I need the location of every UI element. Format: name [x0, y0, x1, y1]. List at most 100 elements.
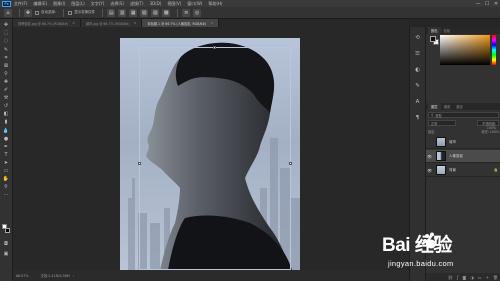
path-select-tool-icon[interactable]: ➤	[2, 160, 10, 167]
hand-tool-icon[interactable]: ✋	[2, 176, 10, 183]
paragraph-panel-icon[interactable]: ¶	[414, 114, 422, 122]
align-left-icon[interactable]: ▤	[107, 8, 116, 17]
frame-tool-icon[interactable]: ⊠	[2, 62, 10, 69]
distribute-icon[interactable]: ≡	[182, 8, 191, 17]
blur-tool-icon[interactable]: 💧	[2, 127, 10, 134]
healing-brush-tool-icon[interactable]: ✚	[2, 79, 10, 86]
tab-label: 未标题-1 @ 66.7% (人像剪影, RGB/8#)	[147, 21, 207, 26]
layer-filter[interactable]: ⚲ 类型	[428, 112, 499, 118]
layer-thumbnail	[436, 137, 446, 147]
auto-select-checkbox[interactable]	[35, 10, 39, 15]
chevron-right-icon[interactable]: ›	[73, 274, 74, 278]
maximize-button[interactable]: ☐	[483, 0, 491, 7]
eyedropper-tool-icon[interactable]: ⚲	[2, 71, 10, 78]
transform-handle-top[interactable]	[213, 46, 216, 49]
more-tools-icon[interactable]: ⋯	[2, 192, 10, 199]
zoom-level[interactable]: 66.67%	[16, 274, 29, 278]
align-center-icon[interactable]: ▥	[118, 8, 127, 17]
quick-mask-icon[interactable]: ◘	[2, 241, 10, 248]
crop-tool-icon[interactable]: ⌗	[2, 54, 10, 61]
tab-document-3[interactable]: 未标题-1 @ 66.7% (人像剪影, RGB/8#) ×	[142, 19, 220, 27]
align-bottom-icon[interactable]: ▩	[162, 8, 171, 17]
foreground-color-chip[interactable]	[430, 36, 436, 42]
tab-document-1[interactable]: 帅哥剪影.jpg @ 66.7% (RGB/8#) ×	[13, 19, 81, 27]
clone-stamp-tool-icon[interactable]: ⚒	[2, 95, 10, 102]
menu-image[interactable]: 图像(I)	[53, 1, 65, 7]
quick-select-tool-icon[interactable]: ✎	[2, 46, 10, 53]
properties-panel-icon[interactable]: ☰	[414, 50, 422, 58]
canvas-area[interactable]	[13, 27, 409, 270]
layer-row-silhouette[interactable]: 👁 人像剪影	[426, 150, 500, 163]
menu-window[interactable]: 窗口(W)	[187, 1, 202, 7]
hue-slider[interactable]	[492, 35, 496, 65]
eye-icon[interactable]: 👁	[426, 168, 433, 173]
layer-thumbnail	[436, 151, 446, 161]
baidu-jingyan-watermark: Bai 经验 jingyan.baidu.com	[382, 230, 500, 281]
character-panel-icon[interactable]: A	[414, 98, 422, 106]
eraser-tool-icon[interactable]: ◧	[2, 111, 10, 118]
color-panel-tabs: 颜色 色板	[426, 27, 500, 34]
tab-label: 城市.jpg @ 66.7% (RGB/8#)	[85, 21, 130, 26]
close-window-button[interactable]: ✕	[492, 0, 500, 7]
blend-mode-select[interactable]: 正常	[428, 120, 456, 126]
close-icon[interactable]: ×	[72, 21, 75, 25]
tab-label: 帅哥剪影.jpg @ 66.7% (RGB/8#)	[18, 21, 69, 26]
lock-label: 锁定:	[428, 129, 436, 134]
menu-type[interactable]: 文字(Y)	[91, 1, 105, 7]
transform-handle-right[interactable]	[289, 162, 292, 165]
move-tool-preset-icon[interactable]: ✥	[24, 8, 32, 17]
align-middle-icon[interactable]: ▨	[151, 8, 160, 17]
show-transform-label: 显示变换控件	[74, 10, 96, 14]
tab-color[interactable]: 颜色	[428, 27, 441, 34]
document-info: 文档:2.41M/4.58M	[40, 274, 70, 278]
brush-tool-icon[interactable]: ✐	[2, 87, 10, 94]
layer-row-background[interactable]: 👁 背景 🔒	[426, 164, 500, 177]
zoom-tool-icon[interactable]: ⚲	[2, 184, 10, 191]
history-panel-icon[interactable]: ⟲	[414, 34, 422, 42]
minimize-button[interactable]: —	[474, 0, 482, 7]
marquee-tool-icon[interactable]: ⬚	[2, 30, 10, 37]
foreground-color-swatch[interactable]	[5, 228, 10, 233]
show-transform-checkbox[interactable]	[68, 10, 73, 15]
type-tool-icon[interactable]: T	[2, 152, 10, 159]
pen-tool-icon[interactable]: ✒	[2, 143, 10, 150]
home-icon[interactable]: ⌂	[4, 8, 12, 17]
tab-channels[interactable]: 通道	[441, 104, 454, 109]
color-picker-field[interactable]	[440, 35, 490, 65]
close-icon[interactable]: ×	[134, 21, 137, 25]
adjustments-panel-icon[interactable]: ◐	[414, 66, 422, 74]
options-bar: ⌂ ✥ 自动选择: 显示变换控件 ▤ ▥ ▦ ▧ ▨ ▩ ≡ ◎	[0, 7, 500, 19]
3d-mode-icon[interactable]: ◎	[193, 8, 202, 17]
layer-row-city[interactable]: 城市	[426, 136, 500, 149]
lasso-tool-icon[interactable]: ◌	[2, 38, 10, 45]
rectangle-tool-icon[interactable]: ▭	[2, 168, 10, 175]
menu-filter[interactable]: 滤镜(T)	[130, 1, 144, 7]
menu-layer[interactable]: 图层(L)	[71, 1, 84, 7]
move-tool-icon[interactable]: ✥	[2, 22, 10, 29]
close-icon[interactable]: ×	[210, 21, 213, 25]
menu-view[interactable]: 视图(V)	[167, 1, 181, 7]
tab-swatches[interactable]: 色板	[441, 28, 454, 33]
search-icon: ⚲	[431, 113, 434, 117]
align-right-icon[interactable]: ▦	[129, 8, 138, 17]
tab-layers[interactable]: 图层	[428, 103, 441, 110]
transform-bounding-box[interactable]	[139, 47, 291, 270]
menu-help[interactable]: 帮助(H)	[208, 1, 222, 7]
tab-paths[interactable]: 路径	[453, 104, 466, 109]
document-canvas[interactable]	[120, 38, 300, 270]
screen-mode-icon[interactable]: ▣	[2, 251, 10, 258]
brush-panel-icon[interactable]: ✎	[414, 82, 422, 90]
eye-icon[interactable]: 👁	[426, 154, 433, 159]
opacity-field[interactable]: 不透明度: 100%	[477, 120, 499, 130]
fill-field[interactable]: 填充: 100%	[481, 129, 499, 134]
menu-file[interactable]: 文件(F)	[14, 1, 27, 7]
dodge-tool-icon[interactable]: ●	[2, 135, 10, 142]
tab-document-2[interactable]: 城市.jpg @ 66.7% (RGB/8#) ×	[80, 19, 143, 27]
history-brush-tool-icon[interactable]: ↺	[2, 103, 10, 110]
gradient-tool-icon[interactable]: ▮	[2, 119, 10, 126]
menu-3d[interactable]: 3D(D)	[150, 1, 162, 6]
transform-handle-left[interactable]	[138, 162, 141, 165]
menu-edit[interactable]: 编辑(E)	[33, 1, 47, 7]
align-top-icon[interactable]: ▧	[140, 8, 149, 17]
menu-select[interactable]: 选择(S)	[110, 1, 124, 7]
